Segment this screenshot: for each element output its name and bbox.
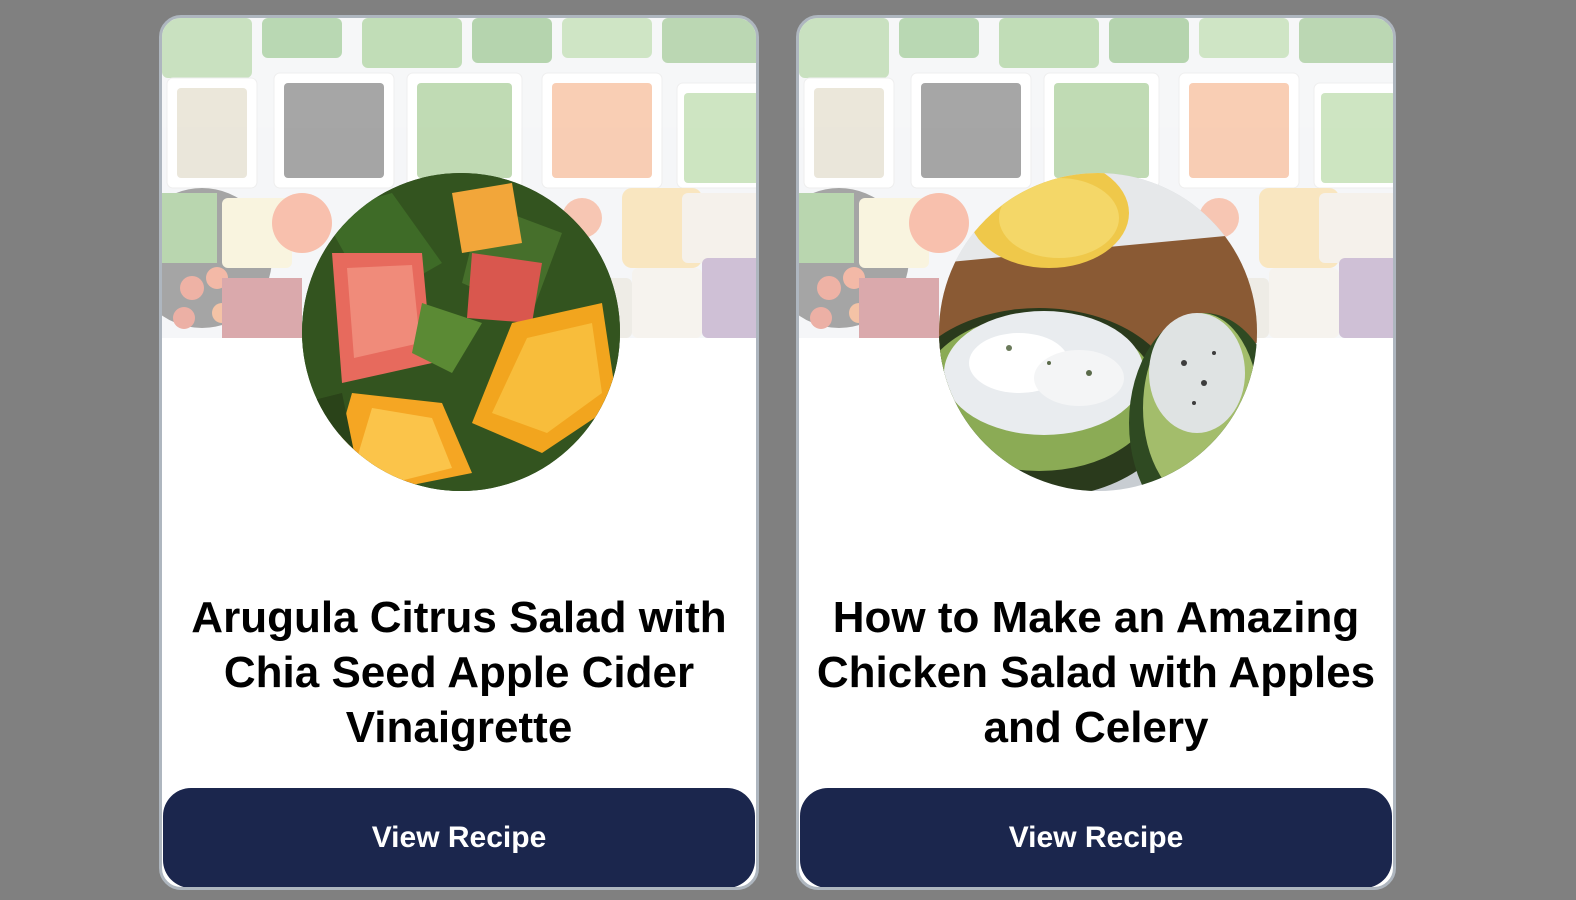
view-recipe-button[interactable]: View Recipe (163, 788, 755, 887)
recipe-card: How to Make an Amazing Chicken Salad wit… (796, 15, 1396, 890)
recipe-title: Arugula Citrus Salad with Chia Seed Appl… (191, 593, 727, 752)
view-recipe-button[interactable]: View Recipe (800, 788, 1392, 887)
recipe-card-grid: Arugula Citrus Salad with Chia Seed Appl… (0, 0, 1576, 900)
recipe-title: How to Make an Amazing Chicken Salad wit… (816, 593, 1376, 752)
recipe-card: Arugula Citrus Salad with Chia Seed Appl… (159, 15, 759, 890)
recipe-thumbnail-image[interactable] (939, 173, 1257, 491)
recipe-thumbnail-image[interactable] (302, 173, 620, 491)
